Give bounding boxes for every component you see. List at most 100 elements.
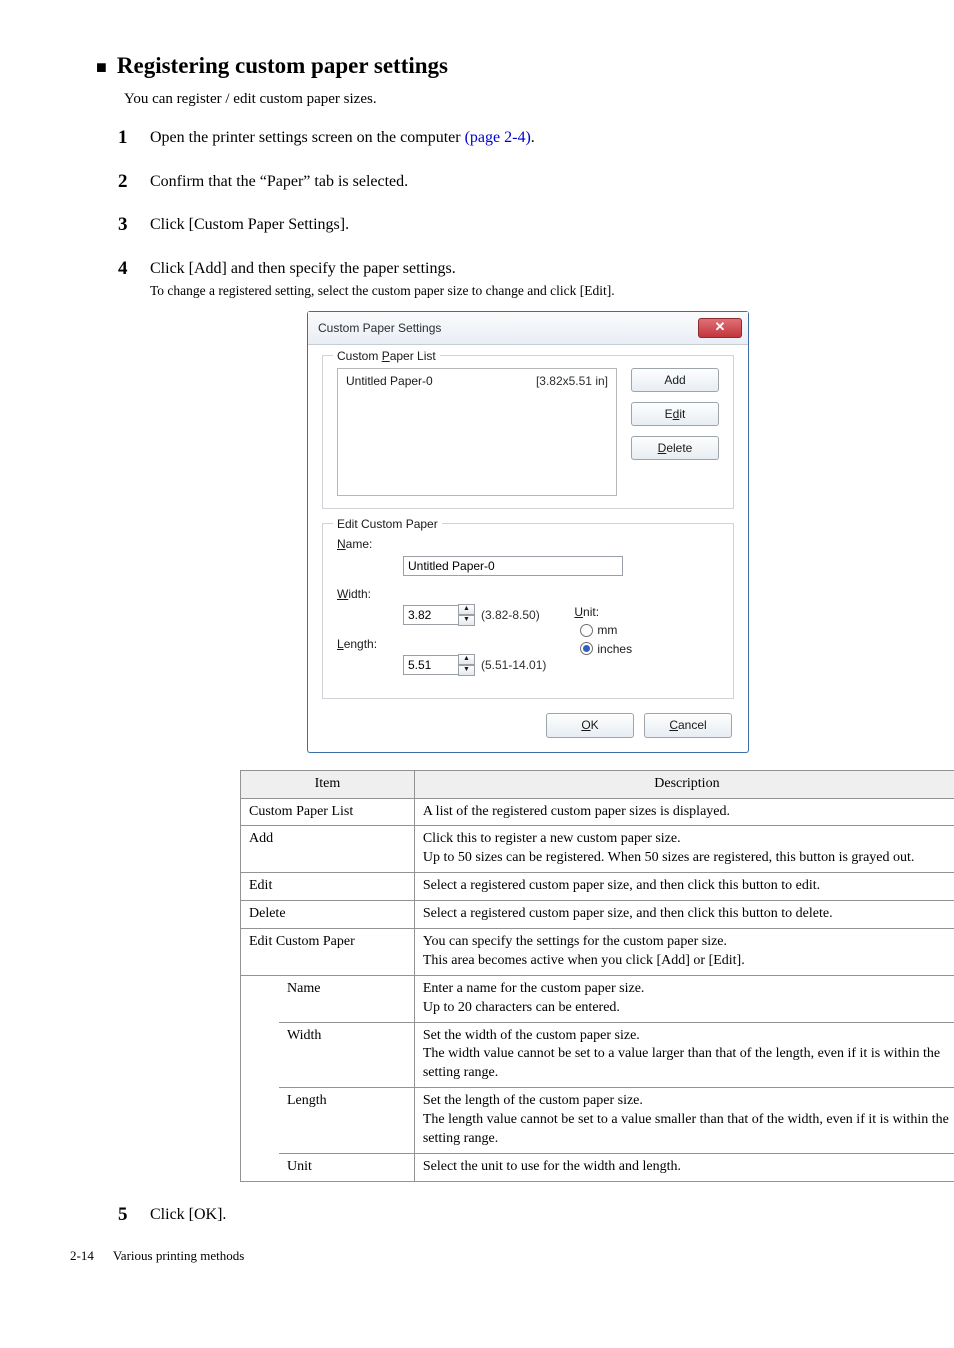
item-cell: Delete: [241, 901, 415, 929]
unit-inches-label: inches: [597, 641, 632, 657]
desc-cell: Select the unit to use for the width and…: [414, 1153, 954, 1181]
step-4-text: Click [Add] and then specify the paper s…: [150, 260, 456, 277]
list-item-name: Untitled Paper-0: [346, 373, 433, 491]
item-cell: Name: [279, 975, 414, 1022]
desc-cell: Enter a name for the custom paper size. …: [414, 975, 954, 1022]
table-row: Delete Select a registered custom paper …: [241, 901, 954, 929]
unit-label: Unit:: [574, 604, 632, 620]
name-input[interactable]: [403, 556, 623, 576]
width-spinner[interactable]: ▲▼: [403, 604, 475, 626]
desc-cell: Set the length of the custom paper size.…: [414, 1088, 954, 1154]
step-4-sub: To change a registered setting, select t…: [150, 282, 884, 300]
table-row: Add Click this to register a new custom …: [241, 826, 954, 873]
spin-down-icon[interactable]: ▼: [458, 615, 475, 626]
length-label: Length:: [337, 636, 403, 652]
step-5: 5 Click [OK].: [118, 1204, 884, 1226]
step-2-text: Confirm that the “Paper” tab is selected…: [150, 173, 408, 190]
page-ref-link[interactable]: (page 2-4): [465, 129, 531, 146]
desc-cell: Select a registered custom paper size, a…: [414, 901, 954, 929]
item-cell: Edit: [241, 873, 415, 901]
group-title-2: Edit Custom Paper: [333, 516, 442, 532]
edit-pre: E: [665, 407, 673, 421]
table-row: Length Set the length of the custom pape…: [241, 1088, 954, 1154]
step-3-text: Click [Custom Paper Settings].: [150, 216, 349, 233]
desc-cell: You can specify the settings for the cus…: [414, 928, 954, 975]
add-button[interactable]: Add: [631, 368, 719, 392]
table-row: Edit Custom Paper You can specify the se…: [241, 928, 954, 975]
length-input[interactable]: [403, 655, 459, 675]
item-cell: Unit: [279, 1153, 414, 1181]
list-item-size: [3.82x5.51 in]: [536, 373, 608, 491]
delete-post: elete: [666, 441, 692, 455]
table-header-row: Item Description: [241, 770, 954, 798]
ok-accel: O: [581, 718, 590, 732]
intro-text: You can register / edit custom paper siz…: [124, 89, 884, 109]
name-label: Name:: [337, 536, 403, 552]
width-label: Width:: [337, 586, 403, 602]
length-spinner[interactable]: ▲▼: [403, 654, 475, 676]
spin-down-icon[interactable]: ▼: [458, 665, 475, 676]
item-cell: Width: [279, 1022, 414, 1088]
step-number: 2: [118, 169, 128, 195]
step-number: 1: [118, 125, 128, 151]
name-accel: N: [337, 537, 346, 551]
cancel-post: ancel: [678, 718, 707, 732]
footer-section: Various printing methods: [113, 1248, 244, 1263]
heading-text: Registering custom paper settings: [117, 50, 448, 81]
ok-post: K: [591, 718, 599, 732]
ok-button[interactable]: OK: [546, 713, 634, 737]
col-desc: Description: [414, 770, 954, 798]
radio-icon: [580, 624, 593, 637]
length-range: (5.51-14.01): [481, 657, 546, 673]
step-1-text-a: Open the printer settings screen on the …: [150, 129, 465, 146]
unit-accel: U: [574, 605, 583, 619]
step-2: 2 Confirm that the “Paper” tab is select…: [118, 171, 884, 193]
page-number: 2-14: [70, 1247, 94, 1265]
table-row: Unit Select the unit to use for the widt…: [241, 1153, 954, 1181]
table-row: Name Enter a name for the custom paper s…: [241, 975, 954, 1022]
name-post: ame:: [346, 537, 373, 551]
width-post: idth:: [348, 587, 371, 601]
cancel-button[interactable]: Cancel: [644, 713, 732, 737]
width-input[interactable]: [403, 605, 459, 625]
desc-cell: Set the width of the custom paper size. …: [414, 1022, 954, 1088]
step-number: 5: [118, 1202, 128, 1228]
custom-paper-list-group: Custom Paper List Untitled Paper-0 [3.82…: [322, 355, 734, 509]
table-row: Custom Paper List A list of the register…: [241, 798, 954, 826]
cancel-accel: C: [669, 718, 678, 732]
length-accel: L: [337, 637, 344, 651]
table-row: Width Set the width of the custom paper …: [241, 1022, 954, 1088]
description-table: Item Description Custom Paper List A lis…: [240, 770, 954, 1182]
paper-listbox[interactable]: Untitled Paper-0 [3.82x5.51 in]: [337, 368, 617, 496]
item-cell: Edit Custom Paper: [241, 928, 415, 975]
edit-post: it: [679, 407, 685, 421]
spin-up-icon[interactable]: ▲: [458, 604, 475, 615]
unit-mm-label: mm: [597, 622, 617, 638]
step-3: 3 Click [Custom Paper Settings].: [118, 214, 884, 236]
desc-cell: Select a registered custom paper size, a…: [414, 873, 954, 901]
step-number: 4: [118, 256, 128, 282]
dialog-titlebar: Custom Paper Settings ✕: [308, 312, 748, 345]
heading-bullet: ■: [96, 55, 107, 79]
close-button[interactable]: ✕: [698, 318, 742, 338]
delete-button[interactable]: Delete: [631, 436, 719, 460]
item-cell: Custom Paper List: [241, 798, 415, 826]
unit-mm-radio[interactable]: mm: [580, 622, 632, 638]
desc-cell: Click this to register a new custom pape…: [414, 826, 954, 873]
col-item: Item: [241, 770, 415, 798]
edit-button[interactable]: Edit: [631, 402, 719, 426]
step-number: 3: [118, 212, 128, 238]
spin-up-icon[interactable]: ▲: [458, 654, 475, 665]
unit-post: nit:: [583, 605, 599, 619]
desc-cell: A list of the registered custom paper si…: [414, 798, 954, 826]
step-1: 1 Open the printer settings screen on th…: [118, 127, 884, 149]
indent-cell: [241, 975, 280, 1181]
item-cell: Add: [241, 826, 415, 873]
step-4: 4 Click [Add] and then specify the paper…: [118, 258, 884, 1182]
step-1-text-b: .: [531, 129, 535, 146]
width-range: (3.82-8.50): [481, 607, 540, 623]
custom-paper-settings-dialog: Custom Paper Settings ✕ Custom Paper Lis…: [308, 312, 748, 752]
length-post: ength:: [344, 637, 377, 651]
item-cell: Length: [279, 1088, 414, 1154]
unit-inches-radio[interactable]: inches: [580, 641, 632, 657]
